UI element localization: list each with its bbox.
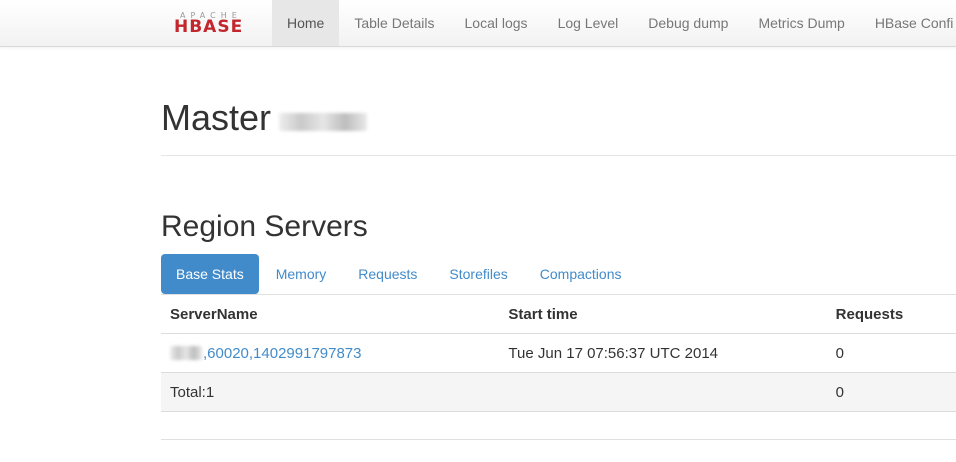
start-time-cell: Tue Jun 17 07:56:37 UTC 2014	[499, 333, 827, 373]
tab-requests[interactable]: Requests	[343, 254, 432, 294]
redacted-server-host	[170, 345, 202, 360]
total-requests-cell: 0	[826, 372, 956, 412]
nav-hbase-configuration[interactable]: HBase Confi	[860, 0, 956, 46]
hbase-logo[interactable]: APACHE HBASE	[174, 11, 258, 37]
tab-storefiles[interactable]: Storefiles	[434, 254, 522, 294]
region-servers-tabs: Base Stats Memory Requests Storefiles Co…	[161, 254, 638, 294]
column-header-requests: Requests	[826, 294, 956, 334]
tab-memory[interactable]: Memory	[261, 254, 342, 294]
region-servers-title: Region Servers	[161, 210, 368, 243]
main-content: Master Region Servers Base Stats Memory …	[161, 46, 956, 462]
page-title-text: Master	[161, 97, 272, 138]
total-row: Total:1 0	[161, 372, 956, 412]
total-start-time-cell	[499, 372, 827, 412]
total-label-cell: Total:1	[161, 372, 500, 412]
main-nav: Home Table Details Local logs Log Level …	[272, 0, 956, 46]
page-title: Master	[161, 96, 368, 140]
nav-metrics-dump[interactable]: Metrics Dump	[743, 0, 859, 46]
table-header-row: ServerName Start time Requests	[161, 294, 956, 334]
server-link-text: ,60020,1402991797873	[203, 344, 362, 362]
nav-debug-dump[interactable]: Debug dump	[633, 0, 743, 46]
navbar: APACHE HBASE Home Table Details Local lo…	[0, 0, 956, 47]
redacted-hostname	[279, 113, 368, 132]
server-name-cell: ,60020,1402991797873	[161, 333, 500, 373]
nav-log-level[interactable]: Log Level	[543, 0, 634, 46]
region-servers-table: ServerName Start time Requests ,60020,14…	[161, 294, 956, 412]
nav-home[interactable]: Home	[272, 0, 340, 46]
column-header-servername: ServerName	[161, 294, 500, 334]
tab-compactions[interactable]: Compactions	[525, 254, 637, 294]
tab-base-stats[interactable]: Base Stats	[161, 254, 259, 294]
table-row: ,60020,1402991797873 Tue Jun 17 07:56:37…	[161, 333, 956, 373]
requests-cell: 0	[826, 333, 956, 373]
section-divider	[161, 439, 956, 440]
nav-table-details[interactable]: Table Details	[339, 0, 449, 46]
server-link[interactable]: ,60020,1402991797873	[170, 345, 362, 362]
logo-hbase-text: HBASE	[174, 17, 244, 37]
header-divider	[161, 155, 956, 156]
column-header-start-time: Start time	[499, 294, 827, 334]
nav-local-logs[interactable]: Local logs	[450, 0, 543, 46]
